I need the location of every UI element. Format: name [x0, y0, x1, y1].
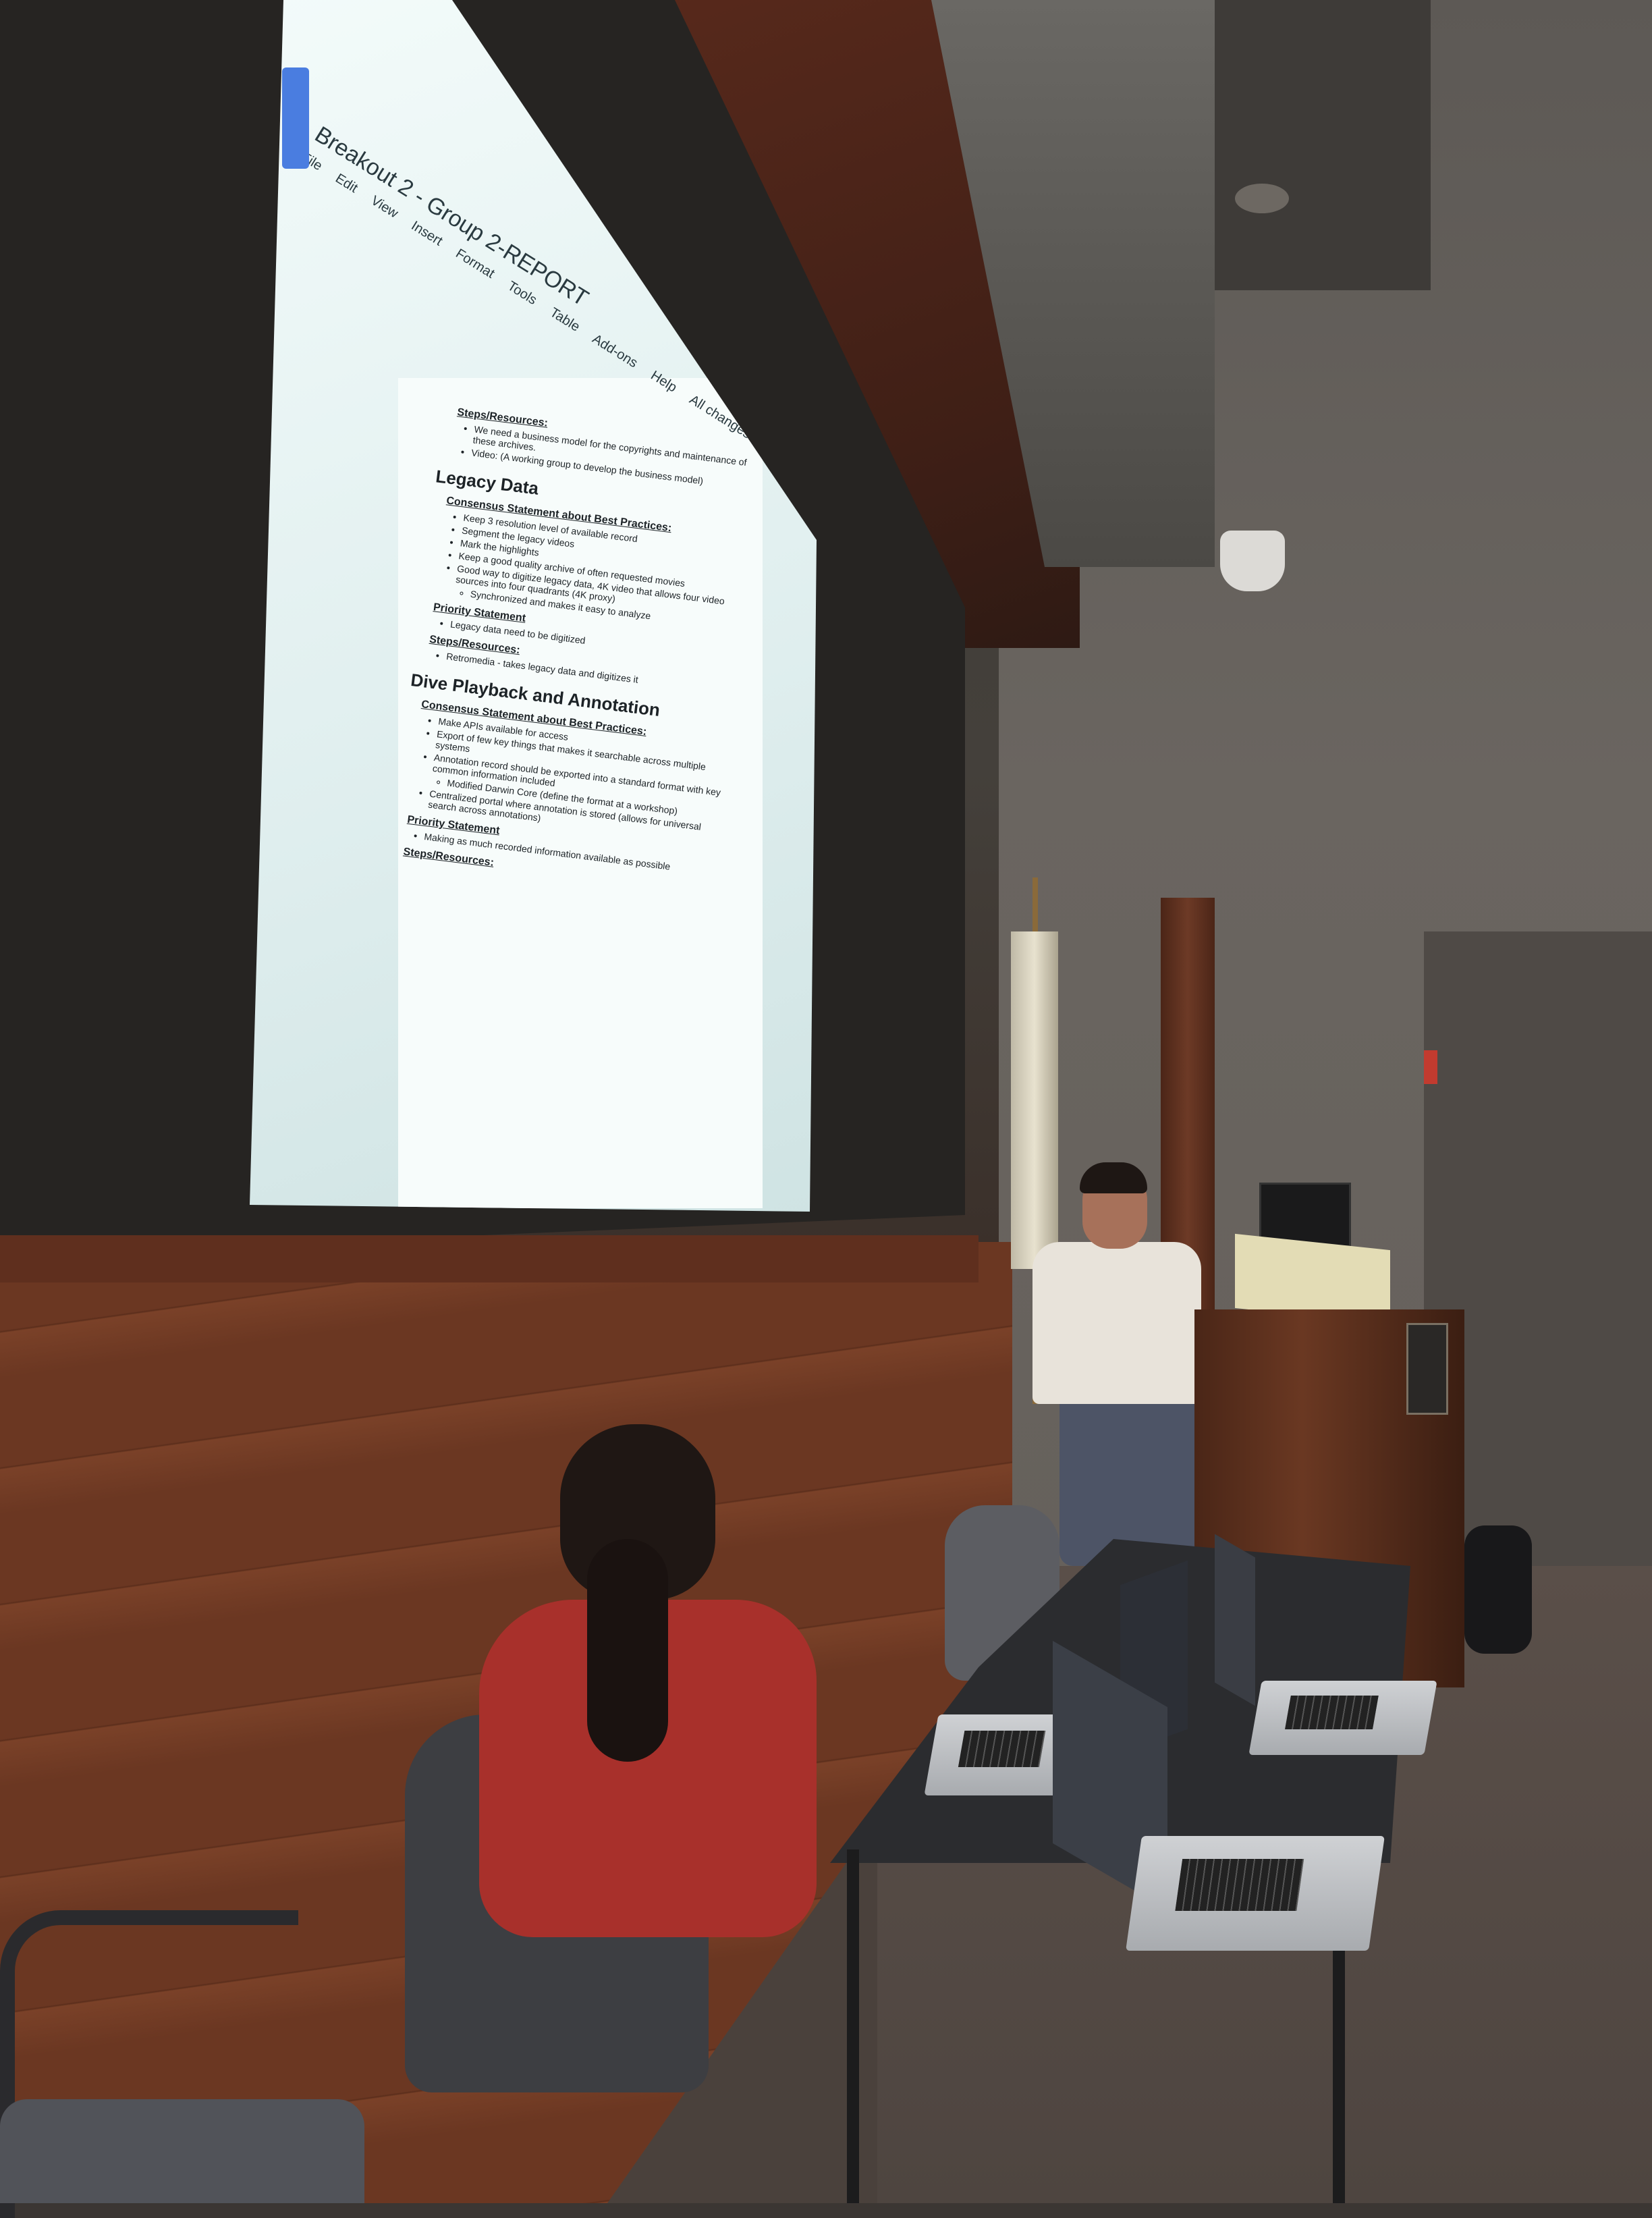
- presenter-shirt: [1032, 1242, 1201, 1404]
- attendee-ponytail: [587, 1539, 668, 1762]
- podium-placard: [1406, 1323, 1448, 1415]
- keyboard: [958, 1731, 1046, 1767]
- chair-seat: [0, 2099, 364, 2203]
- table-leg: [847, 1849, 859, 2203]
- screen-ledge: [0, 1235, 979, 1282]
- flag: [1011, 931, 1058, 1269]
- laptop-screen: [1215, 1534, 1255, 1706]
- laptop: [1126, 1836, 1385, 1951]
- keyboard: [1284, 1696, 1379, 1729]
- menu-edit[interactable]: Edit: [333, 171, 360, 196]
- google-docs-icon: [282, 67, 309, 169]
- laptop: [1248, 1681, 1437, 1755]
- document-body: Steps/Resources: We need a business mode…: [389, 398, 767, 898]
- ceiling-light: [1235, 184, 1289, 213]
- backpack: [1464, 1525, 1532, 1654]
- security-camera: [1220, 531, 1285, 591]
- presenter-legs: [1059, 1390, 1208, 1566]
- keyboard: [1175, 1859, 1304, 1911]
- exit-light: [1424, 1050, 1437, 1084]
